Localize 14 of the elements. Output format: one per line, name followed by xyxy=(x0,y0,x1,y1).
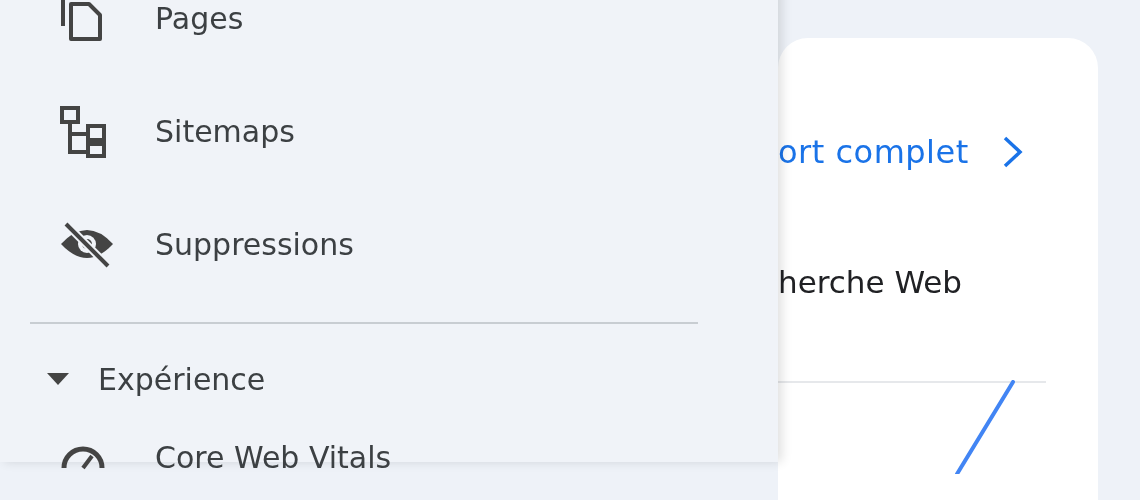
card-subtitle: herche Web xyxy=(778,264,963,300)
section-label: Expérience xyxy=(98,361,266,397)
nav-label: Sitemaps xyxy=(155,114,295,149)
nav-item[interactable]: Sitemaps xyxy=(0,75,778,188)
sitemap-icon xyxy=(60,105,106,158)
eye-off-icon xyxy=(60,221,114,268)
gauge-icon xyxy=(60,444,106,470)
nav-item[interactable]: Pages xyxy=(0,0,778,75)
nav-label: Core Web Vitals xyxy=(155,439,392,475)
nav-item[interactable]: Suppressions xyxy=(0,188,778,301)
nav-label: Pages xyxy=(155,1,244,36)
nav-label: Suppressions xyxy=(155,227,354,262)
pages-icon xyxy=(60,0,104,42)
report-link[interactable]: ort complet xyxy=(778,133,969,171)
